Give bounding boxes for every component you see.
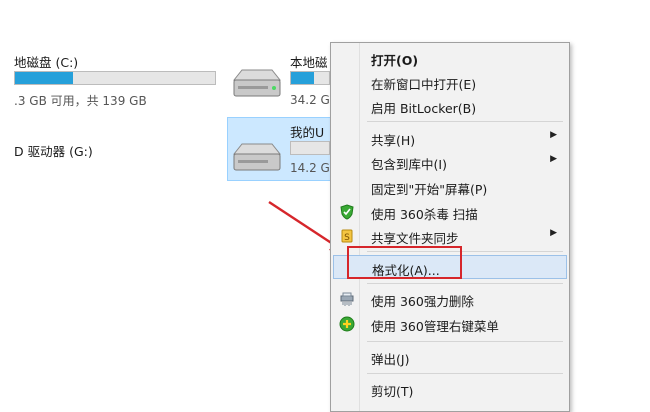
menu-item-open[interactable]: 打开(O)	[333, 47, 567, 69]
menu-item-include-in-library[interactable]: 包含到库中(I) ▶	[333, 151, 567, 173]
manage-menu-icon	[339, 316, 355, 332]
svg-text:S: S	[344, 233, 350, 243]
menu-item-bitlocker[interactable]: 启用 BitLocker(B)	[333, 95, 567, 117]
shield-360-icon	[340, 204, 354, 220]
drive-g-label[interactable]: D 驱动器 (G:)	[14, 141, 93, 160]
drive-d-usage-fill	[291, 72, 314, 84]
menu-item-pin-to-start[interactable]: 固定到"开始"屏幕(P)	[333, 176, 567, 198]
drive-c-usage-bar	[14, 71, 216, 85]
menu-item-label: 共享(H)	[371, 133, 416, 148]
drive-usb-space: 14.2 G	[290, 161, 330, 175]
menu-item-eject[interactable]: 弹出(J)	[333, 346, 567, 368]
menu-item-label: 剪切(T)	[371, 384, 414, 399]
usb-drive-icon[interactable]	[228, 140, 282, 178]
menu-item-360-scan[interactable]: 使用 360杀毒 扫描	[333, 201, 567, 223]
drive-c-space: .3 GB 可用，共 139 GB	[14, 94, 147, 108]
submenu-arrow-icon: ▶	[550, 130, 557, 140]
drive-c-usage-fill	[15, 72, 73, 84]
menu-item-label: 共享文件夹同步	[371, 231, 459, 246]
menu-item-share[interactable]: 共享(H) ▶	[333, 127, 567, 149]
submenu-arrow-icon: ▶	[550, 228, 557, 238]
submenu-arrow-icon: ▶	[550, 154, 557, 164]
drive-usb-usage-bar	[290, 141, 330, 155]
menu-item-label: 使用 360杀毒 扫描	[371, 207, 478, 222]
menu-item-360-force-delete[interactable]: 使用 360强力删除	[333, 288, 567, 310]
sync-folder-icon: S	[341, 229, 353, 243]
drive-usb-label[interactable]: 我的U	[290, 122, 324, 141]
hard-drive-icon[interactable]	[228, 66, 282, 104]
drive-d-space: 34.2 G	[290, 93, 330, 107]
menu-item-cut[interactable]: 剪切(T)	[333, 378, 567, 400]
drive-d-usage-bar	[290, 71, 330, 85]
annotation-highlight-box	[347, 246, 462, 279]
menu-item-label: 使用 360强力删除	[371, 294, 474, 309]
drive-d-label[interactable]: 本地磁	[290, 52, 328, 71]
menu-item-open-new-window[interactable]: 在新窗口中打开(E)	[333, 71, 567, 93]
shredder-icon	[340, 292, 354, 306]
drive-c-label[interactable]: 地磁盘 (C:)	[14, 52, 78, 71]
menu-separator	[367, 373, 563, 374]
menu-separator	[367, 121, 563, 122]
menu-item-label: 包含到库中(I)	[371, 157, 447, 172]
menu-item-label: 固定到"开始"屏幕(P)	[371, 182, 488, 197]
menu-item-share-folder-sync[interactable]: S 共享文件夹同步 ▶	[333, 225, 567, 247]
menu-item-label: 弹出(J)	[371, 352, 410, 367]
context-menu: 打开(O) 在新窗口中打开(E) 启用 BitLocker(B) 共享(H) ▶…	[330, 42, 570, 412]
menu-item-label: 启用 BitLocker(B)	[371, 101, 477, 116]
menu-item-label: 使用 360管理右键菜单	[371, 319, 499, 334]
menu-item-label: 打开(O)	[371, 53, 419, 68]
menu-separator	[367, 283, 563, 284]
menu-item-360-manage-menu[interactable]: 使用 360管理右键菜单	[333, 313, 567, 335]
menu-separator	[367, 341, 563, 342]
menu-item-label: 在新窗口中打开(E)	[371, 77, 477, 92]
